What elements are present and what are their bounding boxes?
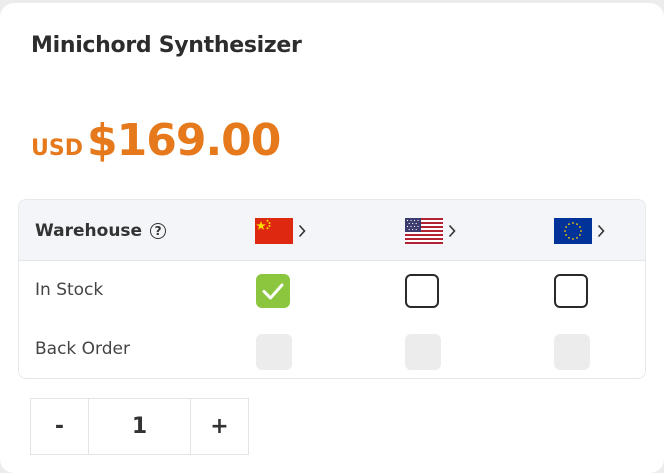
chevron-right-icon xyxy=(448,224,456,238)
in-stock-row: In Stock xyxy=(19,261,645,321)
usa-flag-icon xyxy=(405,218,443,244)
warehouse-table: Warehouse ? In Stock Back Order xyxy=(18,199,646,379)
back-order-row: Back Order xyxy=(19,321,645,378)
back-order-label: Back Order xyxy=(35,339,130,359)
price: USD $169.00 xyxy=(31,115,281,166)
eu-flag-icon xyxy=(554,218,592,244)
back-order-checkbox-eu xyxy=(554,334,590,370)
warehouse-label: Warehouse xyxy=(35,221,143,241)
back-order-checkbox-usa xyxy=(405,334,441,370)
chevron-right-icon xyxy=(298,224,306,238)
back-order-checkbox-china xyxy=(256,334,292,370)
warehouse-usa[interactable] xyxy=(405,218,456,244)
checkmark-icon xyxy=(262,283,284,300)
price-amount: $169.00 xyxy=(86,115,281,166)
china-flag-icon xyxy=(255,218,293,244)
increment-button[interactable]: + xyxy=(191,399,248,454)
question-circle-icon[interactable]: ? xyxy=(150,223,167,239)
in-stock-checkbox-usa[interactable] xyxy=(405,274,439,308)
warehouse-header-row: Warehouse ? xyxy=(19,200,645,261)
warehouse-eu[interactable] xyxy=(554,218,605,244)
in-stock-checkbox-china[interactable] xyxy=(256,274,290,308)
in-stock-label: In Stock xyxy=(35,280,104,300)
warehouse-header: Warehouse ? xyxy=(35,221,167,241)
quantity-stepper: - 1 + xyxy=(30,398,249,455)
product-title: Minichord Synthesizer xyxy=(31,33,302,58)
decrement-button[interactable]: - xyxy=(31,399,88,454)
product-card: Minichord Synthesizer USD $169.00 Wareho… xyxy=(0,3,664,473)
warehouse-china[interactable] xyxy=(255,218,306,244)
price-currency: USD xyxy=(31,136,83,161)
chevron-right-icon xyxy=(597,224,605,238)
quantity-value[interactable]: 1 xyxy=(88,399,191,454)
in-stock-checkbox-eu[interactable] xyxy=(554,274,588,308)
